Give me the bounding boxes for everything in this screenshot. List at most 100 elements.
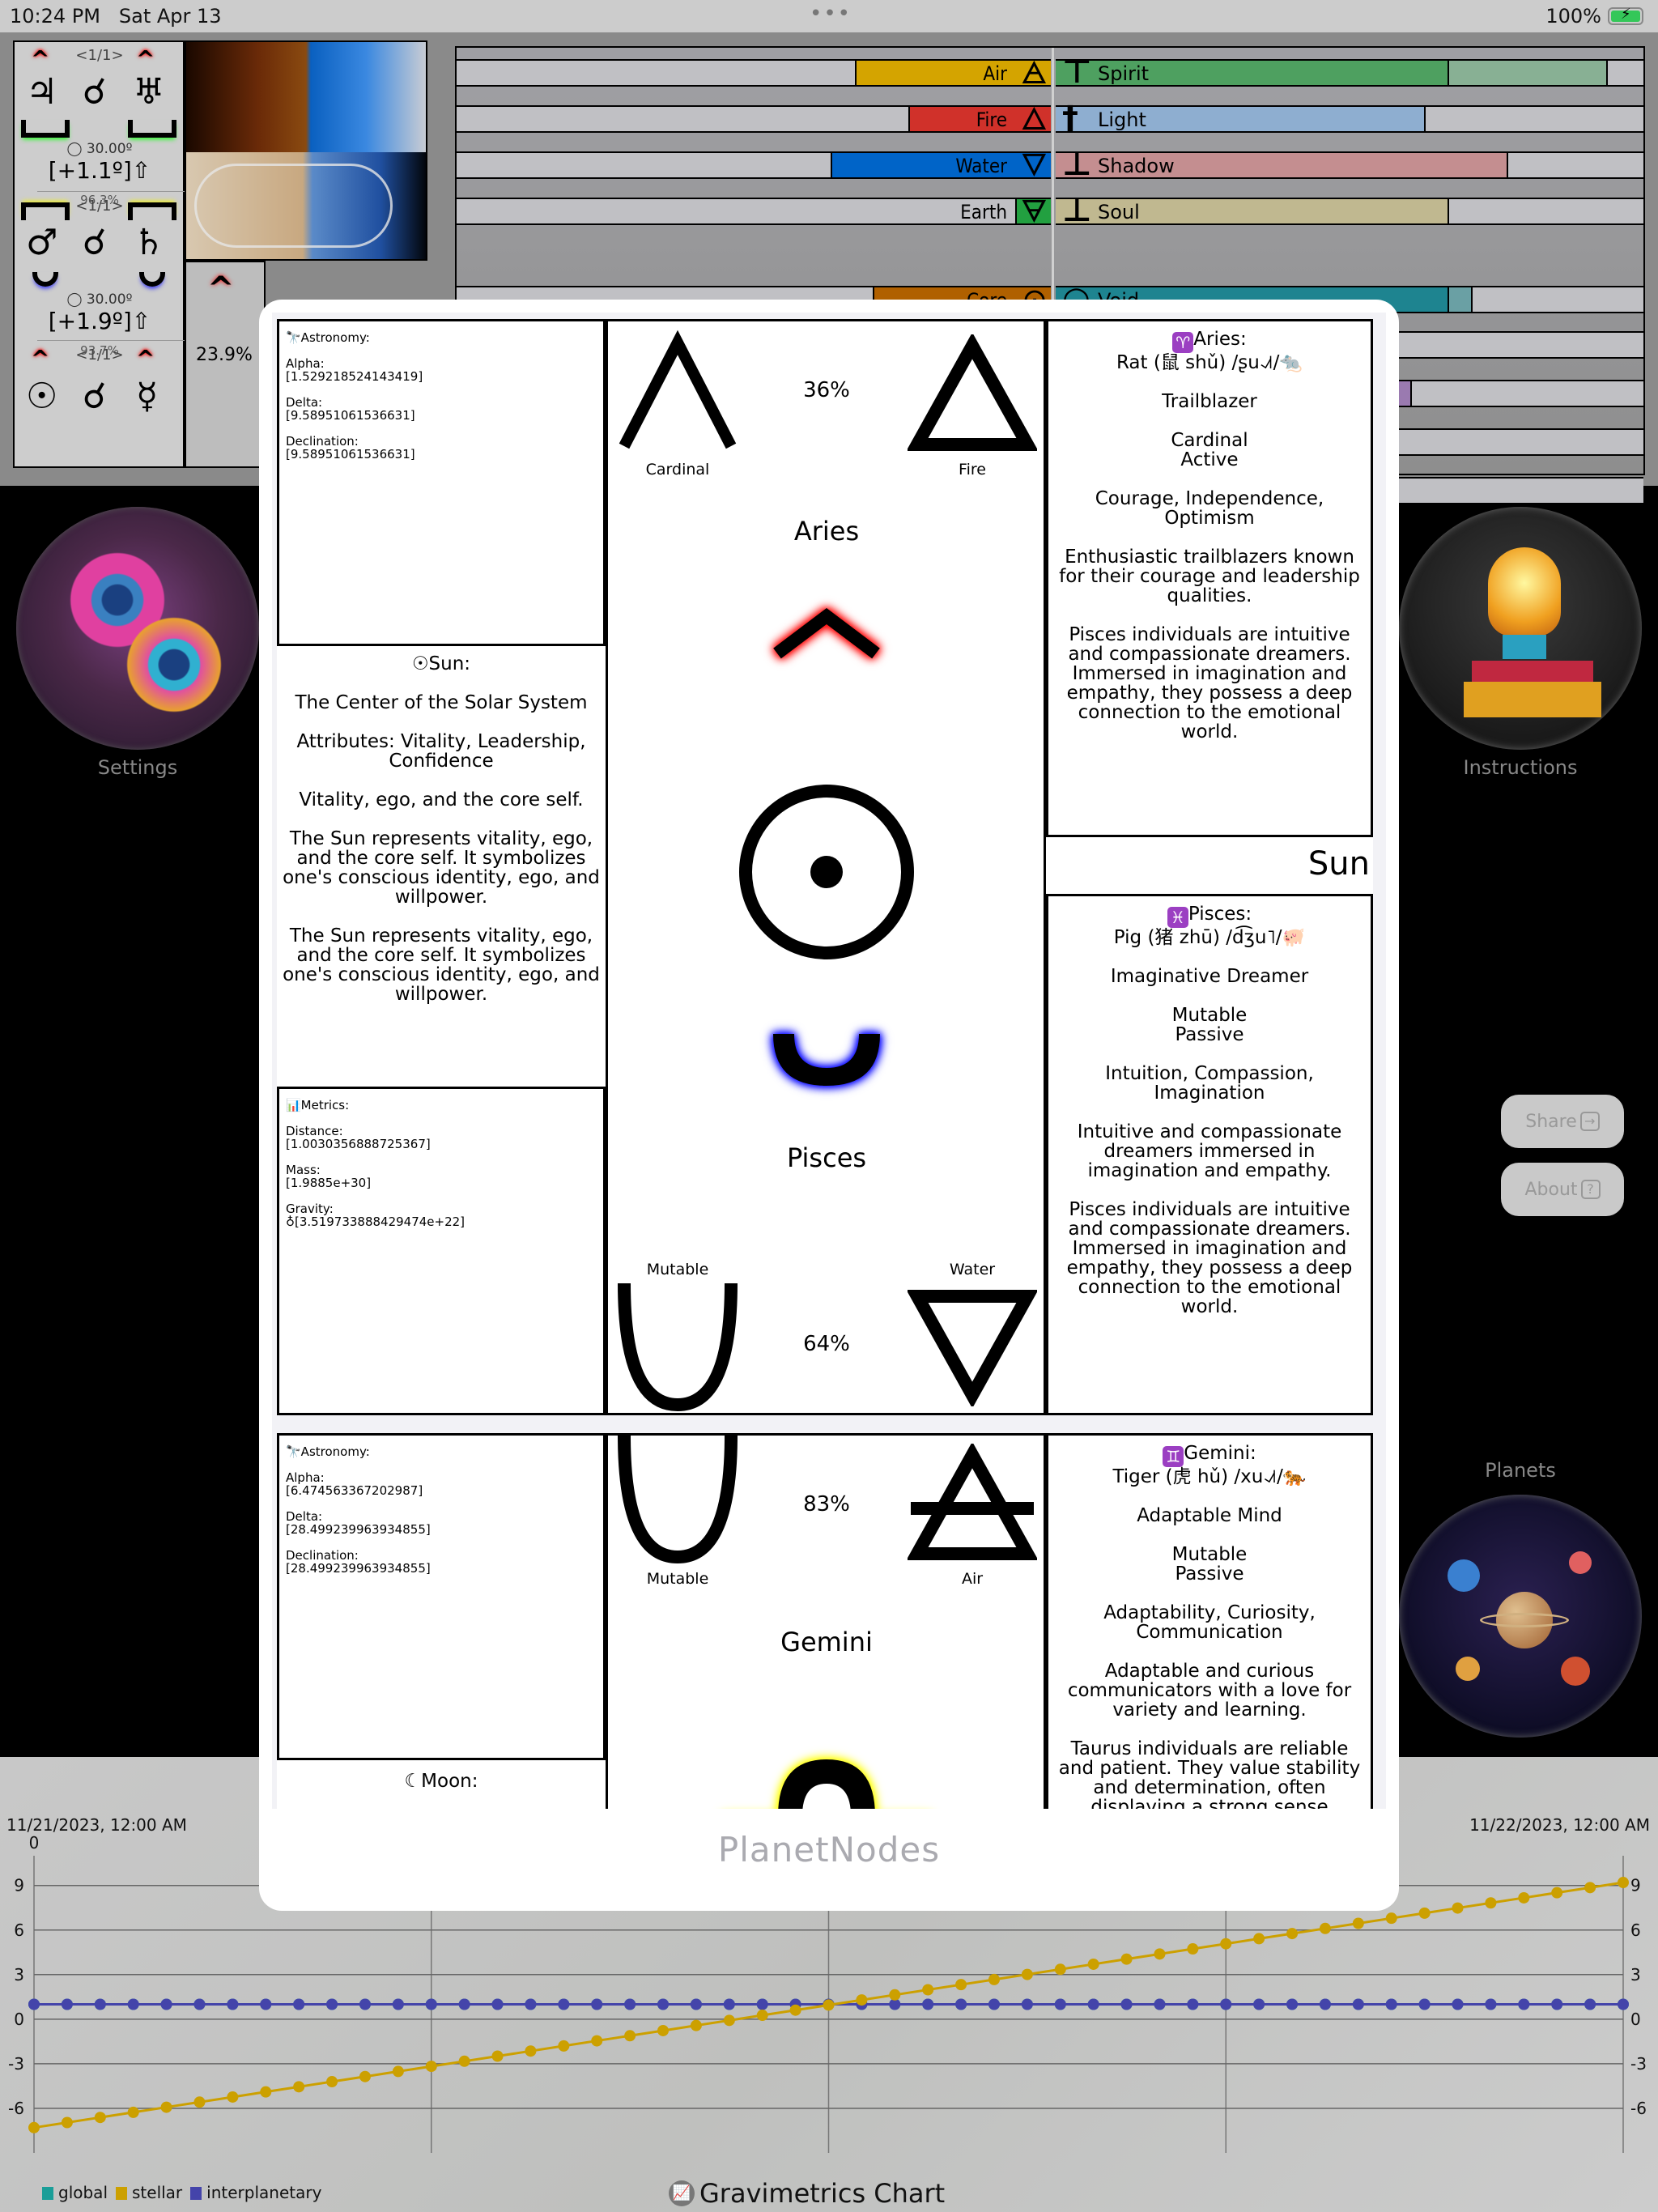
data-point-interplanetary (1087, 1998, 1099, 2010)
x-end-label: 11/22/2023, 12:00 AM (1469, 1815, 1650, 1835)
fire-element-icon (908, 334, 1037, 451)
chart-title: 📈 Gravimetrics Chart (669, 2178, 945, 2209)
divider (37, 191, 185, 192)
planets-label: Planets (1485, 1459, 1556, 1482)
settings-button[interactable] (16, 507, 259, 750)
water-element-icon (908, 1290, 1037, 1406)
data-point-interplanetary (227, 1998, 239, 2010)
sign-header: ♈ Aries: (1053, 330, 1366, 353)
chevron-up-icon: ^ (207, 270, 235, 308)
legend-interplanetary[interactable]: interplanetary (190, 2183, 321, 2202)
chevron-up-icon (773, 607, 880, 659)
sign-header: ♊ Gemini: (1053, 1444, 1366, 1467)
mars-icon: ♂ (26, 222, 58, 263)
battery-charging-icon: ⚡ (1608, 6, 1643, 25)
bar-label: Fire (976, 108, 1007, 131)
declination-label: Declination: (286, 434, 359, 449)
declination-value: [9.58951061536631] (286, 447, 415, 462)
astronomy-box: 🔭Astronomy: Alpha: [1.529218524143419] D… (277, 319, 606, 646)
bar-label: Soul (1098, 201, 1140, 223)
planets-button[interactable] (1399, 1495, 1642, 1738)
chevron-up-icon: ^ (31, 345, 50, 372)
sign-name: Gemini (780, 1627, 873, 1657)
conjunction-icon: ☌ (83, 71, 107, 113)
planet-nodes-modal[interactable]: 🔭Astronomy: Alpha: [1.529218524143419] D… (259, 300, 1399, 1911)
sign-summary: Adaptable and curious communicators with… (1067, 1661, 1352, 1721)
data-point-stellar (491, 2050, 504, 2062)
sign-percent: 83% (803, 1492, 850, 1516)
shadow-bar: ⊥ Shadow (1056, 146, 1643, 183)
water-element-icon: 🜄 (1020, 147, 1048, 183)
planet-header: ☾Moon: (404, 1771, 478, 1792)
data-point-stellar (657, 2024, 670, 2036)
y-tick-label-left: 0 (14, 2010, 24, 2029)
data-point-interplanetary (1618, 1998, 1629, 2010)
data-point-stellar (1352, 1917, 1364, 1929)
about-button[interactable]: About? (1501, 1163, 1624, 1216)
data-point-interplanetary (525, 1998, 537, 2010)
sign-traits: Courage, Independence, Optimism (1095, 488, 1324, 529)
planet-header: ☉Sun: (411, 653, 471, 674)
light-bar: † Light (1056, 100, 1643, 137)
status-time: 10:24 PM Sat Apr 13 (10, 5, 222, 28)
sign-archetype: Adaptable Mind (1137, 1505, 1282, 1526)
aspect-group[interactable]: <1/1> ^ ^ ♃ ☌ ♅ ◯ 30.00º [+1.1º]⇧ 96.3% (15, 42, 185, 207)
libra-step-icon (778, 1759, 875, 1809)
planet-aspect-panel[interactable]: <1/1> ^ ^ ♃ ☌ ♅ ◯ 30.00º [+1.1º]⇧ 96.3% … (13, 40, 185, 468)
share-button[interactable]: Share → (1501, 1095, 1624, 1148)
aspect-group[interactable]: <1/1> ♂ ☌ ♄ ◯ 30.00º [+1.9º]⇧ 93.7% (15, 193, 185, 358)
y-tick-label-right: -6 (1630, 2099, 1647, 2118)
mercury-icon: ☿ (136, 376, 159, 417)
data-point-stellar (1021, 1968, 1033, 1980)
instructions-button[interactable] (1399, 507, 1642, 750)
data-point-stellar (1584, 1882, 1596, 1894)
data-point-stellar (1220, 1938, 1232, 1950)
data-point-interplanetary (359, 1998, 371, 2010)
spirit-bar: ⊤ Spirit (1056, 53, 1643, 91)
sign-percent: 36% (803, 378, 850, 402)
element-label: Fire (959, 461, 986, 479)
cup-icon (32, 272, 58, 287)
legend-global[interactable]: global (42, 2183, 108, 2202)
data-point-stellar (1618, 1877, 1629, 1889)
sign-quality: Mutable Passive (1171, 1005, 1248, 1045)
jupiter-icon: ♃ (26, 71, 58, 113)
multitasking-dots[interactable]: ••• (810, 2, 852, 26)
planet-subtitle: The Center of the Solar System (295, 692, 588, 713)
aspect-group[interactable]: <1/1> ^ ^ ☉ ☌ ☿ (15, 342, 185, 491)
data-point-stellar (1253, 1933, 1265, 1945)
y-tick-label-left: 9 (14, 1876, 24, 1895)
data-point-stellar (1385, 1912, 1397, 1925)
data-point-stellar (690, 2019, 702, 2031)
sign-detail: Taurus individuals are reliable and pati… (1058, 1738, 1361, 1809)
sign-summary: Enthusiastic trailblazers known for thei… (1059, 547, 1360, 606)
data-point-interplanetary (1054, 1998, 1066, 2010)
side-percent: 23.9% (196, 345, 253, 365)
color-preview-tile[interactable] (185, 40, 427, 261)
y-tick-label-right: -3 (1630, 2054, 1647, 2074)
toggle-pill[interactable] (194, 164, 393, 248)
delta-label: Delta: (286, 395, 323, 410)
bar-label: Spirit (1098, 62, 1150, 85)
data-point-interplanetary (193, 1998, 206, 2010)
top-sign-description: ♈ Aries: Rat (鼠 shǔ) /ʂu˨˩˦/🐀 Trailblazer… (1046, 319, 1373, 837)
alpha-label: Alpha: (286, 356, 325, 371)
sign-header: ♓ Pisces: (1053, 904, 1366, 928)
sun-icon: ☉ (26, 376, 58, 417)
legend-stellar[interactable]: stellar (116, 2183, 182, 2202)
data-point-interplanetary (558, 1998, 570, 2010)
mass-value: [1.9885e+30] (286, 1176, 372, 1190)
modal-scroll-area[interactable]: 🔭Astronomy: Alpha: [1.529218524143419] D… (272, 313, 1386, 1809)
fire-bar: Fire 🜂 (457, 102, 1051, 136)
sign-detail: Pisces individuals are intuitive and com… (1066, 1199, 1353, 1317)
aspect-degree: ◯ 30.00º (66, 141, 133, 157)
data-point-stellar (525, 2045, 537, 2057)
sun-symbol-icon (739, 785, 914, 959)
light-icon: † (1062, 100, 1078, 137)
chinese-animal: Tiger (虎 hǔ) /xu˨˩˦/🐅 (1112, 1466, 1307, 1487)
data-point-interplanetary (1253, 1998, 1265, 2010)
cup-icon (773, 1034, 880, 1086)
metrics-box: 📊Metrics: Distance: [1.0030356888725367]… (277, 1087, 606, 1415)
data-point-interplanetary (1551, 1998, 1563, 2010)
chevron-up-icon: ^ (31, 45, 50, 72)
